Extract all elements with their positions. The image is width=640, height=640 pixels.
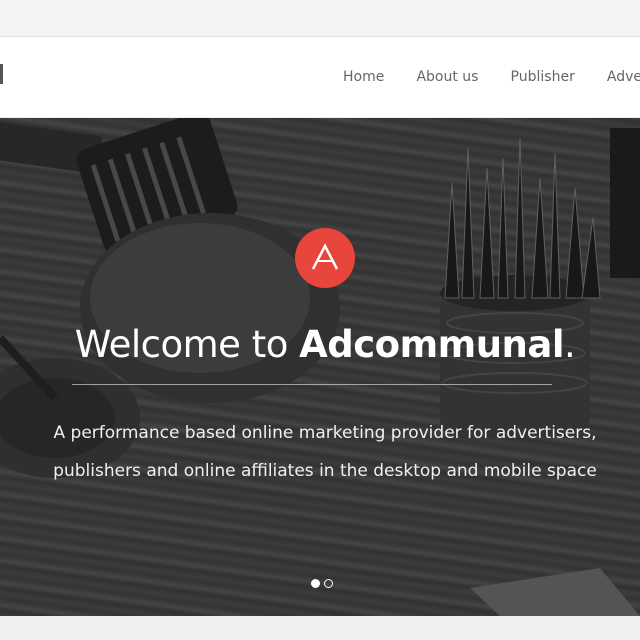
hero-slider: Welcome to Adcommunal. A performance bas… [0, 118, 640, 616]
hero-title-suffix: . [564, 323, 576, 366]
hero-divider [72, 384, 552, 385]
hero-subtitle-line-1: A performance based online marketing pro… [53, 423, 597, 443]
nav-advertiser[interactable]: Advert [607, 69, 640, 85]
hero-title: Welcome to Adcommunal. [0, 323, 640, 366]
nav-about-us[interactable]: About us [416, 69, 478, 85]
hero-title-brand: Adcommunal [299, 323, 565, 366]
hero-title-prefix: Welcome to [74, 323, 300, 366]
main-nav: Home About us Publisher Advert [343, 66, 640, 85]
nav-home[interactable]: Home [343, 69, 384, 85]
slider-dot-1[interactable] [311, 579, 320, 588]
nav-publisher[interactable]: Publisher [511, 69, 575, 85]
slider-pagination [311, 573, 337, 592]
hero-subtitle-line-2: publishers and online affiliates in the … [53, 461, 597, 481]
top-bar [0, 0, 640, 37]
site-logo[interactable] [0, 64, 3, 84]
hero-overlay [0, 118, 640, 616]
a-logo-icon [295, 228, 355, 288]
slider-dot-2[interactable] [324, 579, 333, 588]
hero-subtitle: A performance based online marketing pro… [0, 414, 640, 490]
next-section [0, 616, 640, 640]
